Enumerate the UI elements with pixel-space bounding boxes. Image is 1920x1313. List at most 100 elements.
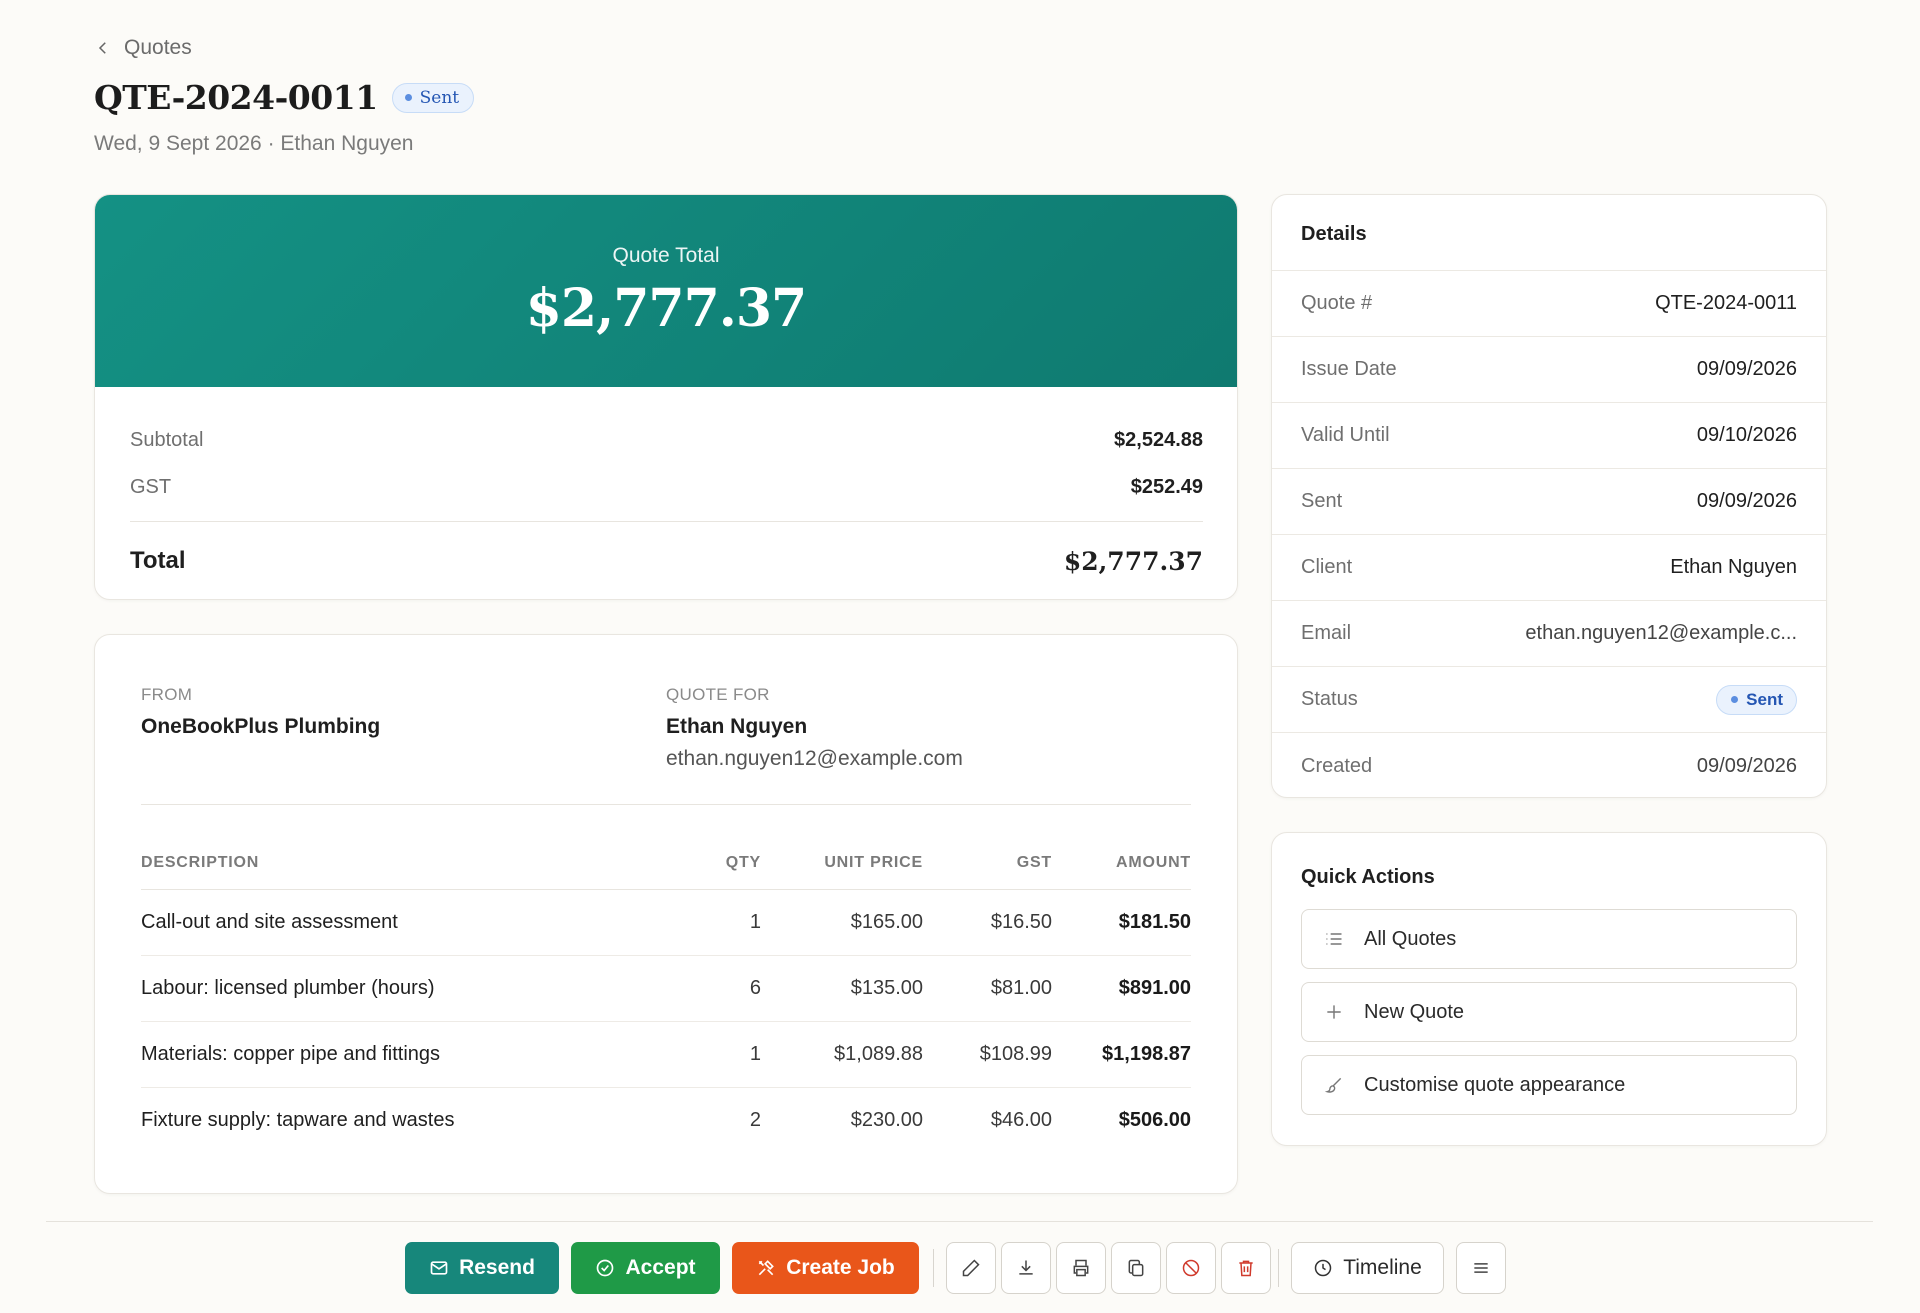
back-to-quotes-link[interactable]: Quotes [94,36,192,60]
edit-button[interactable] [946,1242,996,1294]
create-job-label: Create Job [786,1256,895,1279]
from-name: OneBookPlus Plumbing [141,715,381,738]
toolbar-divider [1278,1249,1279,1287]
detail-label: Issue Date [1301,358,1397,380]
item-amount: $181.50 [1052,889,1191,956]
brush-icon [1324,1077,1342,1093]
accept-label: Accept [625,1256,696,1279]
item-qty: 1 [661,1021,761,1088]
detail-row-issue-date: Issue Date 09/09/2026 [1272,337,1826,403]
column-header-gst: GST [923,839,1052,890]
item-gst: $46.00 [990,1108,1052,1131]
quick-actions-card: Quick Actions All Quotes New Quote Custo… [1271,832,1827,1146]
detail-label: Quote # [1301,292,1373,314]
status-badge-label: Sent [1746,689,1783,709]
item-qty: 2 [749,1108,761,1131]
download-icon [1019,1260,1033,1275]
table-row: Labour: licensed plumber (hours) 6 $135.… [141,955,1191,1022]
item-unit-price: $135.00 [761,955,923,1022]
details-card: Details Quote # QTE-2024-0011 Issue Date… [1271,194,1827,798]
quote-for-block: QUOTE FOR Ethan Nguyen ethan.nguyen12@ex… [666,685,1191,771]
column-header-amount: AMOUNT [1052,839,1191,890]
new-quote-button[interactable]: New Quote [1301,982,1797,1042]
detail-value: 09/09/2026 [1696,490,1797,512]
print-button[interactable] [1056,1242,1106,1294]
quote-for-label: QUOTE FOR [666,685,770,704]
accept-button[interactable]: Accept [571,1242,720,1294]
total-label: Total [130,547,186,574]
status-badge-label: Sent [419,87,460,108]
gst-value: $252.49 [1130,476,1203,498]
check-circle-icon [597,1259,614,1277]
timeline-button[interactable]: Timeline [1291,1242,1444,1294]
detail-label: Valid Until [1301,424,1390,446]
quote-total-card: Quote Total $2,777.37 Subtotal $2,524.88… [94,194,1238,600]
line-items-table: DESCRIPTION QTY UNIT PRICE GST AMOUNT Ca… [141,839,1191,1153]
chevron-left-icon [98,42,106,54]
table-header-row: DESCRIPTION QTY UNIT PRICE GST AMOUNT [141,839,1191,890]
item-qty: 1 [661,889,761,956]
item-amount: $1,198.87 [1052,1021,1191,1088]
list-icon [1326,933,1342,945]
detail-value: 09/10/2026 [1696,424,1797,446]
resend-label: Resend [459,1256,535,1279]
duplicate-button[interactable] [1111,1242,1161,1294]
trash-icon [1239,1260,1253,1277]
item-amount: $891.00 [1052,955,1191,1022]
gst-row: GST $252.49 [130,464,1203,511]
resend-button[interactable]: Resend [405,1242,559,1294]
subtotal-row: Subtotal $2,524.88 [130,417,1203,464]
quote-for-email: ethan.nguyen12@example.com [666,747,963,770]
action-toolbar: Resend Accept Create Job Timeline [405,1242,1511,1294]
quote-document-card: FROM OneBookPlus Plumbing QUOTE FOR Etha… [94,634,1238,1194]
download-button[interactable] [1001,1242,1051,1294]
table-row: Materials: copper pipe and fittings 1 $1… [141,1021,1191,1088]
detail-value: Ethan Nguyen [1670,556,1797,578]
detail-row-sent: Sent 09/09/2026 [1272,469,1826,535]
page-title: QTE-2024-0011 [94,78,378,117]
item-unit-price: $230.00 [850,1108,923,1131]
subtotal-label: Subtotal [130,429,204,451]
customise-appearance-button[interactable]: Customise quote appearance [1301,1055,1797,1115]
cancel-quote-button[interactable] [1166,1242,1216,1294]
back-link-label: Quotes [124,36,192,59]
parties: FROM OneBookPlus Plumbing QUOTE FOR Etha… [141,685,1191,771]
create-job-button[interactable]: Create Job [732,1242,919,1294]
table-row: Fixture supply: tapware and wastes 2 $23… [141,1087,1191,1153]
menu-icon [1474,1263,1488,1273]
details-title: Details [1272,195,1826,271]
item-description: Call-out and site assessment [141,889,661,956]
item-qty: 6 [661,955,761,1022]
gst-label: GST [130,476,172,498]
all-quotes-label: All Quotes [1364,927,1457,950]
detail-label: Client [1301,556,1353,578]
plus-icon [1327,1005,1341,1019]
delete-button[interactable] [1221,1242,1271,1294]
tools-icon [758,1260,775,1276]
detail-label: Sent [1301,490,1343,512]
detail-row-quote-number: Quote # QTE-2024-0011 [1272,271,1826,337]
column-header-qty: QTY [661,839,761,890]
customise-appearance-label: Customise quote appearance [1364,1073,1626,1096]
detail-row-email: Email ethan.nguyen12@example.c... [1272,601,1826,667]
title-row: QTE-2024-0011 Sent [94,78,475,117]
detail-row-status: Status Sent [1272,667,1826,733]
item-description: Fixture supply: tapware and wastes [141,1108,455,1131]
detail-value: 09/09/2026 [1696,358,1797,380]
detail-label: Email [1301,622,1352,644]
column-header-unit-price: UNIT PRICE [761,839,923,890]
item-amount: $506.00 [1118,1108,1191,1131]
detail-row-client: Client Ethan Nguyen [1272,535,1826,601]
detail-label: Created [1301,754,1373,777]
item-description: Labour: licensed plumber (hours) [141,955,661,1022]
edit-icon [962,1259,980,1277]
more-menu-button[interactable] [1456,1242,1506,1294]
toolbar-divider [933,1249,934,1287]
item-unit-price: $165.00 [761,889,923,956]
totals-breakdown: Subtotal $2,524.88 GST $252.49 Total $2,… [95,387,1237,599]
all-quotes-button[interactable]: All Quotes [1301,909,1797,969]
detail-value: 09/09/2026 [1696,754,1797,777]
parties-divider [141,804,1191,805]
mail-icon [430,1261,448,1275]
copy-icon [1128,1259,1144,1277]
